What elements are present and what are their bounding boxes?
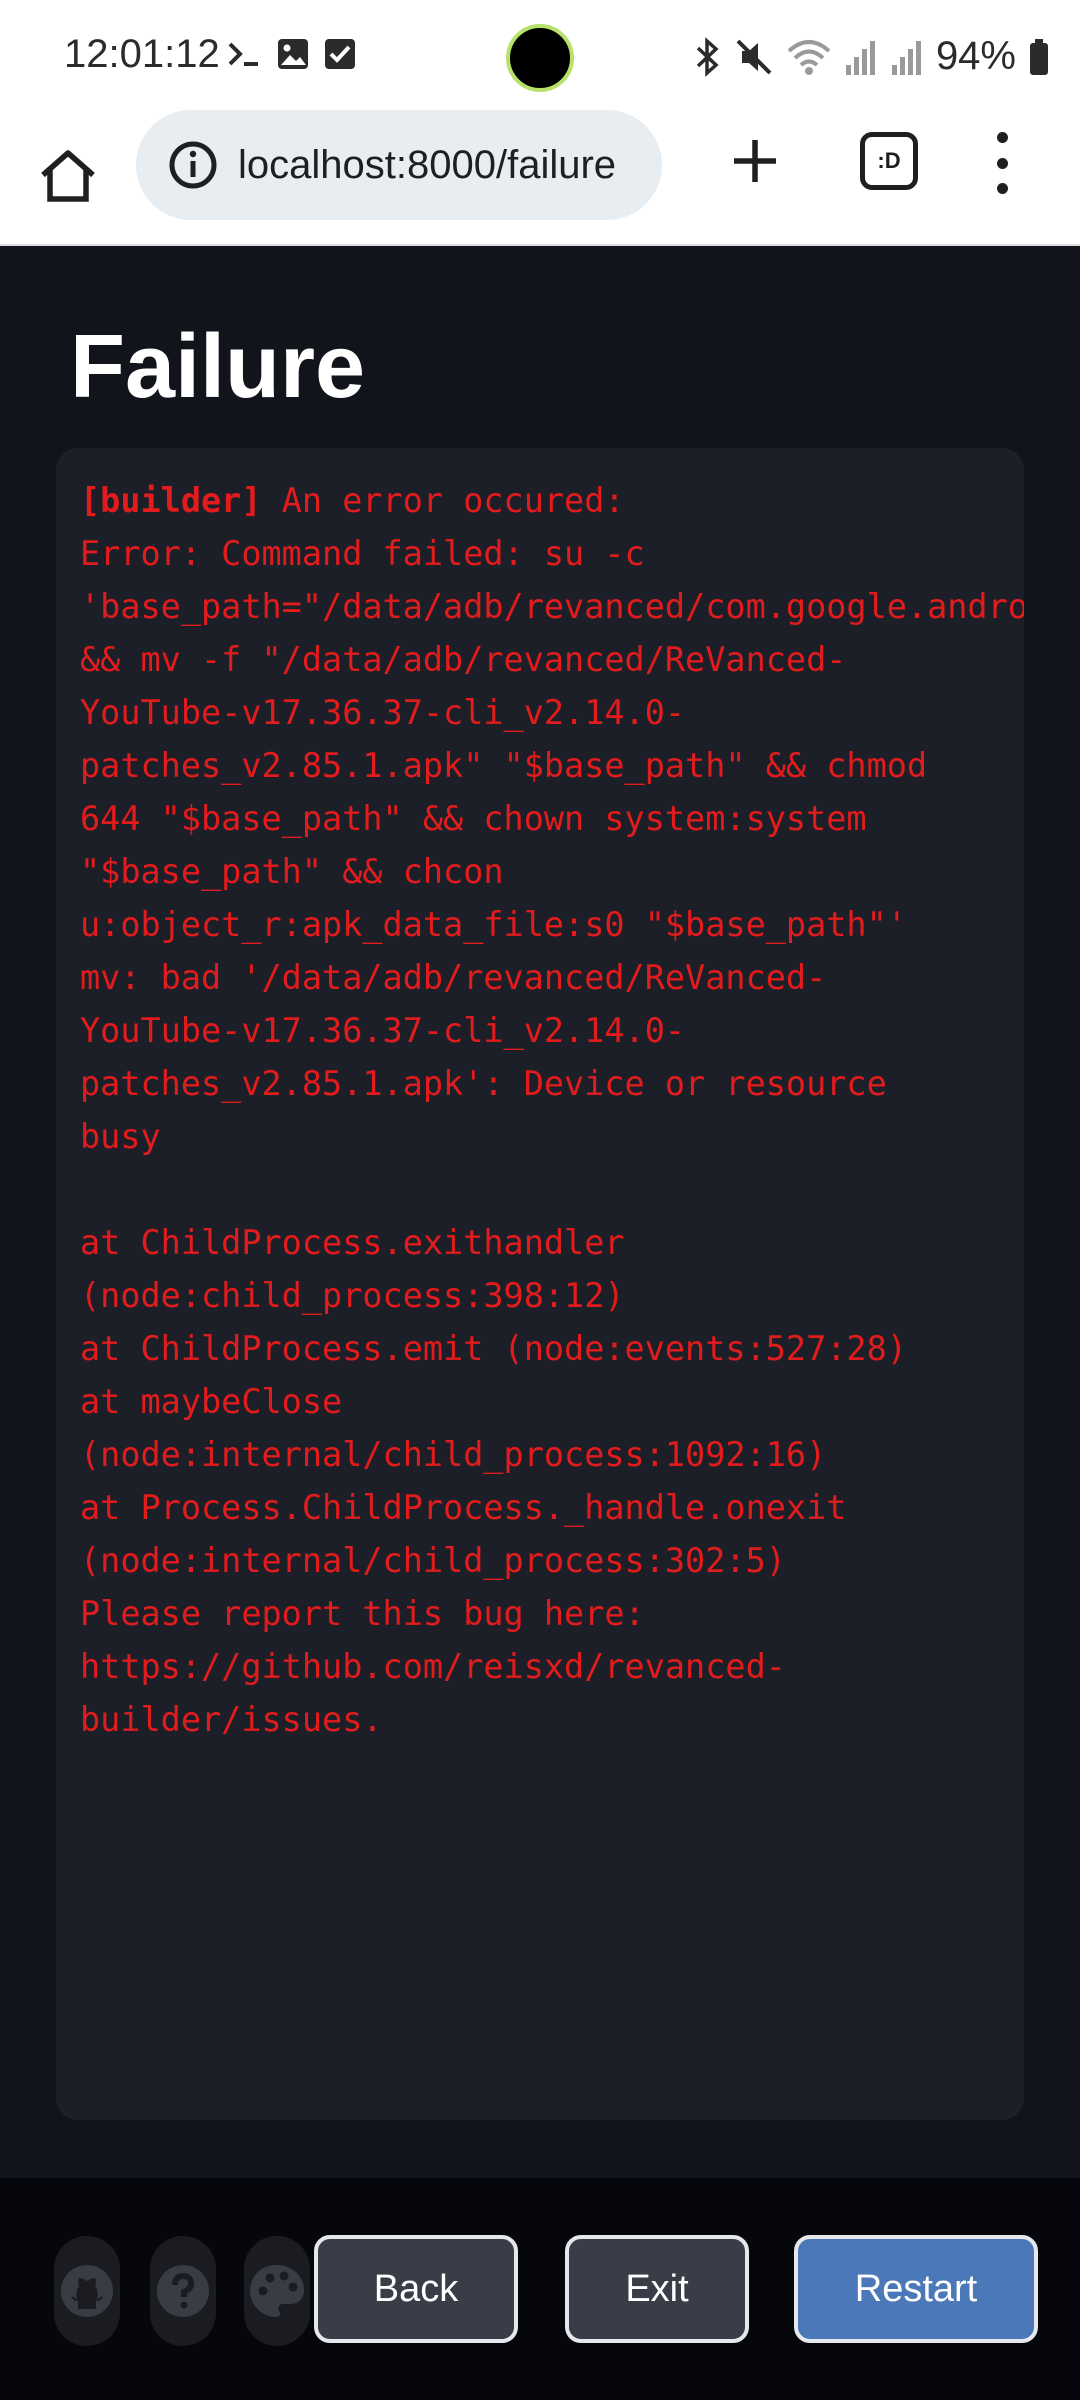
url-text: localhost:8000/failure bbox=[238, 142, 617, 187]
menu-dot bbox=[996, 157, 1008, 169]
info-icon[interactable] bbox=[166, 138, 220, 192]
log-first-line: An error occured: bbox=[261, 481, 625, 520]
battery-percent: 94% bbox=[935, 34, 1016, 78]
signal-icon bbox=[845, 40, 875, 75]
help-button[interactable] bbox=[150, 2236, 216, 2346]
notification-icons bbox=[226, 36, 356, 72]
error-log-panel[interactable]: [builder] An error occured: Error: Comma… bbox=[56, 448, 1024, 2120]
log-body: Error: Command failed: su -c 'base_path=… bbox=[80, 534, 1024, 1739]
home-icon bbox=[41, 150, 95, 202]
github-icon bbox=[61, 2265, 113, 2317]
terminal-icon bbox=[228, 42, 258, 66]
menu-dot bbox=[996, 132, 1008, 143]
battery-icon bbox=[1030, 38, 1048, 75]
help-icon bbox=[157, 2265, 209, 2317]
exit-button[interactable]: Exit bbox=[565, 2235, 749, 2343]
palette-icon bbox=[250, 2265, 304, 2317]
home-button[interactable] bbox=[36, 136, 100, 216]
page-title: Failure bbox=[70, 317, 366, 417]
new-tab-button[interactable] bbox=[722, 128, 788, 194]
tab-switcher-button[interactable]: :D bbox=[860, 132, 918, 190]
image-icon bbox=[278, 39, 308, 69]
log-tag: [builder] bbox=[80, 481, 262, 520]
menu-dot bbox=[996, 183, 1008, 194]
wifi-icon bbox=[787, 39, 831, 75]
plus-icon bbox=[734, 140, 776, 182]
status-bar: 12:01:12 94% bbox=[0, 0, 1080, 110]
restart-button[interactable]: Restart bbox=[794, 2235, 1038, 2343]
mute-icon bbox=[736, 39, 772, 74]
footer-bar: Back Exit Restart bbox=[0, 2178, 1080, 2400]
error-log: [builder] An error occured: Error: Comma… bbox=[80, 474, 1024, 1746]
bluetooth-icon bbox=[696, 36, 719, 77]
more-menu-button[interactable] bbox=[982, 128, 1022, 198]
github-button[interactable] bbox=[54, 2236, 120, 2346]
system-icons: 94% bbox=[694, 34, 1050, 79]
status-time: 12:01:12 bbox=[64, 32, 220, 76]
back-button[interactable]: Back bbox=[314, 2235, 518, 2343]
checkbox-icon bbox=[325, 39, 355, 69]
theme-button[interactable] bbox=[244, 2236, 310, 2346]
signal-icon bbox=[891, 40, 921, 75]
url-bar[interactable]: localhost:8000/failure bbox=[136, 110, 662, 220]
browser-toolbar: localhost:8000/failure :D bbox=[0, 110, 1080, 246]
camera-cutout bbox=[506, 24, 574, 92]
